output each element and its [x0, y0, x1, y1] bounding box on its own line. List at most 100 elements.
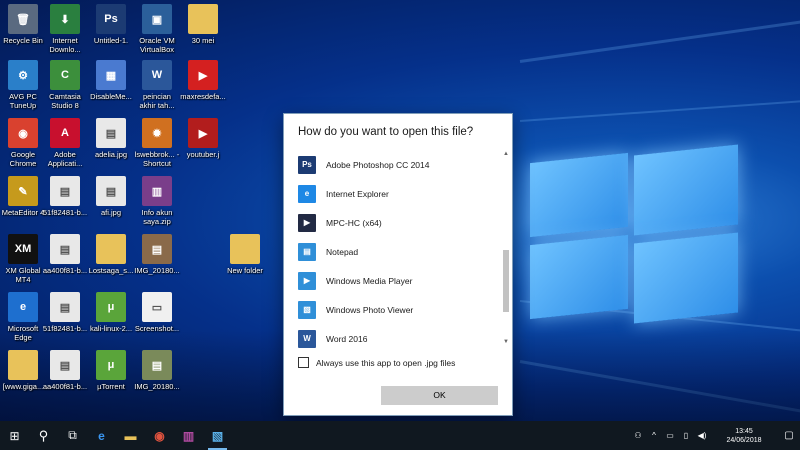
- desktop-icon-image: ✹: [142, 118, 172, 148]
- desktop-icon[interactable]: New folder: [222, 234, 268, 275]
- taskbar: ⊞ ⚲ ⧉ e ▬ ◉ ▥ ▧ ⚇ ^ ▭ ▯ ◀) 13:45 24/06/2018 …: [0, 421, 800, 450]
- taskbar-app-edge[interactable]: e: [87, 421, 116, 450]
- app-list-item[interactable]: ▧ Windows Photo Viewer: [298, 295, 496, 324]
- desktop-icon[interactable]: ▤ afi.jpg: [88, 176, 134, 217]
- desktop-icon-image: C: [50, 60, 80, 90]
- dialog-title: How do you want to open this file?: [298, 126, 474, 138]
- taskbar-app-photos[interactable]: ▧: [203, 421, 232, 450]
- desktop-icon[interactable]: ▤ IMG_20180...: [134, 234, 180, 275]
- app-name: Notepad: [326, 246, 359, 257]
- desktop-icon-image: ▶: [188, 118, 218, 148]
- taskbar-app-chrome[interactable]: ◉: [145, 421, 174, 450]
- desktop-icon-image: ▣: [142, 4, 172, 34]
- scroll-thumb[interactable]: [503, 250, 509, 312]
- scroll-up-icon[interactable]: ▲: [502, 150, 510, 158]
- scroll-track[interactable]: [502, 158, 510, 338]
- open-with-dialog: How do you want to open this file? Ps Ado…: [283, 113, 513, 416]
- desktop-icon[interactable]: 30 mei: [180, 4, 226, 45]
- desktop-icon[interactable]: XM XM Global MT4: [0, 234, 46, 284]
- desktop-icon[interactable]: ⚙ AVG PC TuneUp: [0, 60, 46, 110]
- desktop-icon-label: AVG PC TuneUp: [9, 92, 37, 110]
- app-list-item[interactable]: e Internet Explorer: [298, 179, 496, 208]
- desktop-icon[interactable]: ▤ IMG_20180...: [134, 350, 180, 391]
- desktop-icon-image: [188, 4, 218, 34]
- search-button[interactable]: ⚲: [29, 421, 58, 450]
- notification-icon: ▢: [784, 430, 794, 441]
- desktop-icon-image: A: [50, 118, 80, 148]
- always-use-row[interactable]: Always use this app to open .jpg files: [298, 357, 455, 368]
- task-view-button[interactable]: ⧉: [58, 421, 87, 450]
- desktop-icon[interactable]: μ kali-linux-2...: [88, 292, 134, 333]
- desktop-icon-label: kali-linux-2...: [89, 324, 133, 333]
- desktop-icon-label: 30 mei: [191, 36, 215, 45]
- app-icon: ▧: [298, 300, 316, 319]
- desktop-icon[interactable]: ▦ DisableMe...: [88, 60, 134, 101]
- desktop-icon-label: Google Chrome: [9, 150, 37, 168]
- desktop-icon[interactable]: e Microsoft Edge: [0, 292, 46, 342]
- desktop-icon-image: Ps: [96, 4, 126, 34]
- desktop-icon-image: ▤: [50, 176, 80, 206]
- scroll-down-icon[interactable]: ▼: [502, 338, 510, 346]
- winrar-icon: ▥: [182, 428, 195, 443]
- battery-icon[interactable]: ▯: [678, 431, 694, 440]
- desktop-icon[interactable]: ▤ 51f82481-b...: [42, 292, 88, 333]
- app-list-item[interactable]: ▶ MPC-HC (x64): [298, 208, 496, 237]
- desktop-icon[interactable]: ▤ aa400f81-b...: [42, 234, 88, 275]
- desktop-icon[interactable]: ⬇ Internet Downlo...: [42, 4, 88, 54]
- app-list-scrollbar[interactable]: ▲ ▼: [502, 150, 510, 346]
- app-name: Windows Photo Viewer: [326, 304, 414, 315]
- app-list-item[interactable]: W Word 2016: [298, 324, 496, 353]
- desktop-icon[interactable]: ▤ aa400f81-b...: [42, 350, 88, 391]
- file-explorer-icon: ▬: [124, 428, 137, 443]
- desktop-icon[interactable]: ▶ youtuber.j: [180, 118, 226, 159]
- taskbar-app-winrar[interactable]: ▥: [174, 421, 203, 450]
- desktop-icon[interactable]: μ µTorrent: [88, 350, 134, 391]
- always-use-label: Always use this app to open .jpg files: [316, 357, 456, 368]
- desktop-icon-image: ▶: [188, 60, 218, 90]
- ok-button[interactable]: OK: [381, 386, 498, 405]
- desktop-icon-image: e: [8, 292, 38, 322]
- desktop-icon[interactable]: [www.giga...: [0, 350, 46, 391]
- desktop-icon[interactable]: Ps Untitled-1.: [88, 4, 134, 45]
- desktop-icon[interactable]: ▤ 51f82481-b...: [42, 176, 88, 217]
- desktop-icon[interactable]: A Adobe Applicati...: [42, 118, 88, 168]
- app-name: Internet Explorer: [326, 188, 389, 199]
- volume-icon[interactable]: ◀): [694, 431, 710, 440]
- desktop-icon[interactable]: Wpeincian akhir tah...: [134, 60, 180, 110]
- people-icon[interactable]: ⚇: [630, 431, 646, 440]
- desktop-icon[interactable]: ▤ adelia.jpg: [88, 118, 134, 159]
- app-name: Windows Media Player: [326, 275, 413, 286]
- desktop-icon-label: Lostsaga_s...: [88, 266, 134, 275]
- chrome-icon: ◉: [154, 428, 165, 443]
- app-icon: ▶: [298, 213, 316, 232]
- desktop-icon[interactable]: ▣ Oracle VM VirtualBox: [134, 4, 180, 54]
- desktop-icon[interactable]: ✹ lswebbrok... - Shortcut: [134, 118, 180, 168]
- taskbar-app-file-explorer[interactable]: ▬: [116, 421, 145, 450]
- desktop-icon[interactable]: ▭ Screenshot...: [134, 292, 180, 333]
- desktop-icon[interactable]: ▥ Info akun saya.zip: [134, 176, 180, 226]
- desktop-icon-image: [230, 234, 260, 264]
- clock-time: 13:45: [735, 427, 753, 435]
- desktop-icon-label: Info akun saya.zip: [141, 208, 173, 226]
- desktop-icon-label: IMG_20180...: [134, 266, 180, 275]
- desktop-icon-image: ▤: [50, 292, 80, 322]
- app-icon: Ps: [298, 155, 316, 174]
- app-icon: e: [298, 184, 316, 203]
- action-center-button[interactable]: ▢: [778, 421, 800, 450]
- show-hidden-icons-icon[interactable]: ^: [646, 431, 662, 440]
- desktop-icon[interactable]: Lostsaga_s...: [88, 234, 134, 275]
- desktop-icon[interactable]: ✎ MetaEditor 4: [0, 176, 46, 217]
- desktop-icon[interactable]: C Camtasia Studio 8: [42, 60, 88, 110]
- app-list-item[interactable]: Ps Adobe Photoshop CC 2014: [298, 150, 496, 179]
- desktop-icon[interactable]: ▶ maxresdefa...: [180, 60, 226, 101]
- app-list-item[interactable]: ▶ Windows Media Player: [298, 266, 496, 295]
- windows-start-icon: ⊞: [9, 428, 20, 443]
- desktop-icon-label: afi.jpg: [100, 208, 121, 217]
- desktop-icon[interactable]: 🗑 Recycle Bin: [0, 4, 46, 45]
- app-list-item[interactable]: ▤ Notepad: [298, 237, 496, 266]
- clock[interactable]: 13:45 24/06/2018: [714, 427, 774, 445]
- network-icon[interactable]: ▭: [662, 431, 678, 440]
- start-button[interactable]: ⊞: [0, 421, 29, 450]
- desktop-icon[interactable]: ◉ Google Chrome: [0, 118, 46, 168]
- always-use-checkbox[interactable]: [298, 357, 309, 368]
